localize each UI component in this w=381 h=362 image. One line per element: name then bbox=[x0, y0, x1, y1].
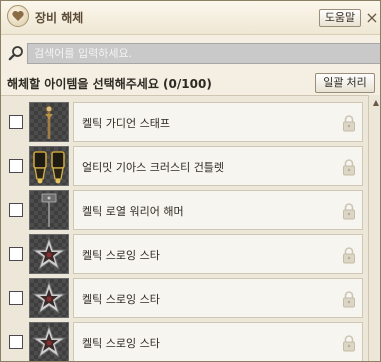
scroll-up-icon[interactable]: ▲ bbox=[370, 97, 380, 109]
item-info[interactable]: 켈틱 스로잉 스타 bbox=[73, 234, 363, 274]
item-info[interactable]: 켈틱 스로잉 스타 bbox=[73, 322, 363, 361]
item-info[interactable]: 켈틱 가디언 스태프 bbox=[73, 102, 363, 142]
item-checkbox[interactable] bbox=[9, 115, 23, 129]
list-item[interactable]: 얼티밋 기아스 크러스티 건틀렛 bbox=[1, 144, 368, 188]
item-slot[interactable] bbox=[29, 190, 69, 230]
title-bar[interactable]: 장비 해체 도움말 × bbox=[1, 1, 380, 35]
list-item[interactable]: 켈틱 로열 워리어 해머 bbox=[1, 188, 368, 232]
lock-icon[interactable] bbox=[342, 246, 356, 264]
search-row bbox=[1, 41, 380, 65]
item-name: 켈틱 스로잉 스타 bbox=[82, 293, 160, 306]
item-slot[interactable] bbox=[29, 322, 69, 361]
hammer-icon bbox=[41, 193, 57, 227]
help-button[interactable]: 도움말 bbox=[319, 9, 361, 27]
item-name: 켈틱 스로잉 스타 bbox=[82, 249, 160, 262]
item-slot[interactable] bbox=[29, 146, 69, 186]
throwing-star-icon bbox=[31, 236, 67, 271]
item-checkbox[interactable] bbox=[9, 247, 23, 261]
window-title: 장비 해체 bbox=[35, 11, 84, 25]
lock-icon[interactable] bbox=[342, 158, 356, 176]
lock-icon[interactable] bbox=[342, 334, 356, 352]
item-checkbox[interactable] bbox=[9, 159, 23, 173]
list-item[interactable]: 켈틱 가디언 스태프 bbox=[1, 100, 368, 144]
item-checkbox[interactable] bbox=[9, 203, 23, 217]
gauntlet-icon bbox=[33, 151, 65, 184]
item-checkbox[interactable] bbox=[9, 335, 23, 349]
search-icon bbox=[8, 45, 24, 61]
item-list[interactable]: 켈틱 가디언 스태프 얼티밋 기아스 크러스티 건틀렛 켈틱 로열 워리어 해머… bbox=[1, 95, 368, 361]
item-slot[interactable] bbox=[29, 278, 69, 318]
bulk-process-button[interactable]: 일괄 처리 bbox=[315, 73, 375, 93]
throwing-star-icon bbox=[31, 280, 67, 315]
lock-icon[interactable] bbox=[342, 202, 356, 220]
close-icon[interactable]: × bbox=[365, 10, 379, 26]
item-info[interactable]: 얼티밋 기아스 크러스티 건틀렛 bbox=[73, 146, 363, 186]
search-input[interactable] bbox=[27, 43, 380, 64]
lock-icon[interactable] bbox=[342, 290, 356, 308]
item-name: 켈틱 스로잉 스타 bbox=[82, 337, 160, 350]
selection-instruction: 해체할 아이템을 선택해주세요 (0/100) bbox=[7, 77, 212, 91]
list-scrollbar[interactable]: ▲ bbox=[368, 95, 380, 361]
item-info[interactable]: 켈틱 로열 워리어 해머 bbox=[73, 190, 363, 230]
throwing-star-icon bbox=[31, 324, 67, 359]
item-name: 켈틱 로열 워리어 해머 bbox=[82, 205, 184, 218]
dismantle-window: 장비 해체 도움말 × 해체할 아이템을 선택해주세요 (0/100) 일괄 처… bbox=[0, 0, 381, 362]
item-slot[interactable] bbox=[29, 102, 69, 142]
item-info[interactable]: 켈틱 스로잉 스타 bbox=[73, 278, 363, 318]
list-item[interactable]: 켈틱 스로잉 스타 bbox=[1, 320, 368, 361]
item-name: 켈틱 가디언 스태프 bbox=[82, 117, 170, 130]
heart-icon bbox=[7, 5, 29, 27]
item-slot[interactable] bbox=[29, 234, 69, 274]
staff-icon bbox=[45, 105, 53, 139]
list-item[interactable]: 켈틱 스로잉 스타 bbox=[1, 232, 368, 276]
list-item[interactable]: 켈틱 스로잉 스타 bbox=[1, 276, 368, 320]
item-name: 얼티밋 기아스 크러스티 건틀렛 bbox=[82, 161, 225, 174]
lock-icon[interactable] bbox=[342, 114, 356, 132]
item-checkbox[interactable] bbox=[9, 291, 23, 305]
